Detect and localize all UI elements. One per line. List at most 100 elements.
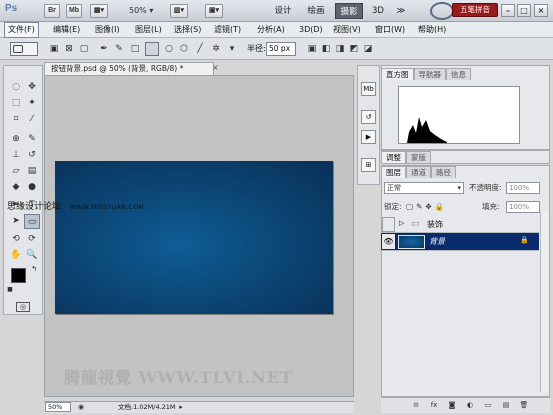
new-shape-layer-icon[interactable]: ▣ (306, 43, 318, 55)
visibility-toggle-empty[interactable] (382, 217, 395, 232)
shape-layers-icon[interactable]: ▣ (48, 43, 60, 55)
polygon-shape-icon[interactable]: ⬡ (178, 43, 190, 55)
eye-icon[interactable]: 👁 (382, 234, 395, 249)
menu-help[interactable]: 帮助(H) (415, 22, 449, 38)
maximize-button[interactable]: □ (517, 4, 531, 17)
gradient-tool-icon[interactable]: ▤ (24, 164, 40, 179)
close-button[interactable]: × (534, 4, 548, 17)
layer-row-group[interactable]: ▷ ▭ 装饰 (381, 216, 539, 233)
canvas-background-image[interactable] (55, 161, 333, 314)
3d-rotate-tool-icon[interactable]: ⟲ (8, 232, 24, 247)
tool-preset-picker[interactable] (10, 42, 38, 56)
menu-view[interactable]: 视图(V) (330, 22, 364, 38)
tab-paths[interactable]: 路径 (431, 166, 456, 178)
actions-panel-icon[interactable]: ▶ (361, 130, 376, 144)
marquee-tool-icon[interactable]: ⬚ (8, 96, 24, 111)
menu-analysis[interactable]: 分析(A) (254, 22, 288, 38)
new-layer-icon[interactable]: ▤ (500, 400, 512, 410)
magic-wand-tool-icon[interactable]: ✦ (24, 96, 40, 111)
new-group-icon[interactable]: ▭ (482, 400, 494, 410)
workspace-photography[interactable]: 摄影 (335, 3, 363, 19)
fill-pixels-icon[interactable]: ▢ (78, 43, 90, 55)
blend-mode-select[interactable]: 正常 ▾ (384, 182, 464, 194)
workspace-painting[interactable]: 绘画 (303, 3, 329, 19)
eyedropper-tool-icon[interactable]: ⁄ (24, 112, 40, 127)
eraser-tool-icon[interactable]: ▱ (8, 164, 24, 179)
screen-mode-button[interactable]: ▣▾ (205, 4, 223, 18)
delete-layer-icon[interactable]: 🗑 (518, 400, 530, 410)
rectangle-shape-icon[interactable]: □ (129, 43, 141, 55)
dodge-tool-icon[interactable]: ● (24, 180, 40, 195)
minimize-button[interactable]: – (501, 4, 515, 17)
foreground-color-swatch[interactable] (11, 268, 26, 283)
menu-edit[interactable]: 编辑(E) (50, 22, 83, 38)
ellipse-shape-icon[interactable]: ○ (163, 43, 175, 55)
workspace-design[interactable]: 设计 (270, 3, 296, 19)
path-selection-tool-icon[interactable]: ➤ (8, 214, 24, 229)
rounded-rectangle-tool-icon[interactable]: ▭ (24, 214, 40, 229)
more-workspaces-button[interactable]: ≫ (394, 3, 408, 19)
default-colors-icon[interactable]: ■ (6, 286, 14, 294)
view-extras-button[interactable]: ▦▾ (90, 4, 108, 18)
tab-info[interactable]: 信息 (446, 68, 471, 80)
tool-presets-panel-icon[interactable]: ⊞ (361, 158, 376, 172)
crop-tool-icon[interactable]: ⌗ (8, 112, 24, 127)
menu-select[interactable]: 选择(S) (171, 22, 204, 38)
menu-file[interactable]: 文件(F) (4, 22, 39, 38)
menu-image[interactable]: 图像(I) (92, 22, 123, 38)
3d-orbit-tool-icon[interactable]: ⟳ (24, 232, 40, 247)
layers-scrollbar[interactable] (540, 212, 549, 392)
fill-input[interactable]: 100% (506, 201, 540, 213)
document-tab[interactable]: 按钮背景.psd @ 50% (背景, RGB/8) * (44, 62, 214, 75)
line-shape-icon[interactable]: ╱ (194, 43, 206, 55)
opacity-input[interactable]: 100% (506, 182, 540, 194)
layer-style-icon[interactable]: fx (428, 400, 440, 410)
lock-icons[interactable]: ▢✎✥🔒 (406, 201, 447, 213)
hand-tool-icon[interactable]: ✋ (8, 248, 24, 263)
paths-icon[interactable]: ⊠ (63, 43, 75, 55)
exclude-shape-icon[interactable]: ◪ (362, 43, 374, 55)
brush-tool-icon[interactable]: ✎ (24, 132, 40, 147)
layer-row-background[interactable]: 👁 背景 🔒 (381, 233, 539, 251)
ime-badge[interactable]: 五笔拼音 (452, 3, 498, 17)
geometry-options-icon[interactable]: ▾ (226, 43, 238, 55)
intersect-shape-icon[interactable]: ◩ (348, 43, 360, 55)
pen-icon[interactable]: ✒ (98, 43, 110, 55)
bridge-button[interactable]: Br (44, 4, 60, 18)
blur-tool-icon[interactable]: ◆ (8, 180, 24, 195)
status-zoom-field[interactable]: 50% (45, 402, 71, 412)
status-menu-icon[interactable]: ◉ (76, 402, 86, 412)
arrange-documents-button[interactable]: ▥▾ (170, 4, 188, 18)
rounded-rectangle-shape-icon[interactable] (145, 42, 159, 56)
tab-layers[interactable]: 图层 (381, 166, 406, 178)
menu-window[interactable]: 窗口(W) (372, 22, 408, 38)
zoom-level-dropdown[interactable]: 50% ▾ (129, 4, 153, 18)
menu-filter[interactable]: 滤镜(T) (211, 22, 244, 38)
mini-bridge-button[interactable]: Mb (66, 4, 82, 18)
tab-masks[interactable]: 蒙版 (406, 151, 431, 163)
expand-group-icon[interactable]: ▷ (399, 219, 404, 227)
mini-bridge-panel-icon[interactable]: Mb (361, 82, 376, 96)
history-brush-tool-icon[interactable]: ↺ (24, 148, 40, 163)
tab-channels[interactable]: 通道 (406, 166, 431, 178)
freeform-pen-icon[interactable]: ✎ (113, 43, 125, 55)
menu-layer[interactable]: 图层(L) (132, 22, 165, 38)
healing-brush-tool-icon[interactable]: ⊕ (8, 132, 24, 147)
link-layers-icon[interactable]: ⊝ (410, 400, 422, 410)
cs-live-icon[interactable] (430, 2, 454, 20)
custom-shape-icon[interactable]: ✲ (210, 43, 222, 55)
quick-mask-icon[interactable]: ◎ (16, 302, 30, 312)
clone-stamp-tool-icon[interactable]: ⊥ (8, 148, 24, 163)
tab-navigator[interactable]: 导航器 (413, 68, 446, 80)
workspace-3d[interactable]: 3D (370, 3, 386, 19)
zoom-tool-icon[interactable]: 🔍 (24, 248, 40, 263)
lasso-tool-icon[interactable]: ◌ (8, 80, 24, 95)
status-arrow-icon[interactable]: ▸ (176, 402, 186, 412)
history-panel-icon[interactable]: ↺ (361, 110, 376, 124)
swap-colors-icon[interactable]: ↰ (29, 264, 39, 274)
add-mask-icon[interactable]: ◙ (446, 400, 458, 410)
tab-histogram[interactable]: 直方图 (381, 68, 414, 80)
menu-3d[interactable]: 3D(D) (296, 22, 326, 38)
add-to-shape-icon[interactable]: ◧ (320, 43, 332, 55)
document-close-icon[interactable]: × (212, 62, 219, 74)
